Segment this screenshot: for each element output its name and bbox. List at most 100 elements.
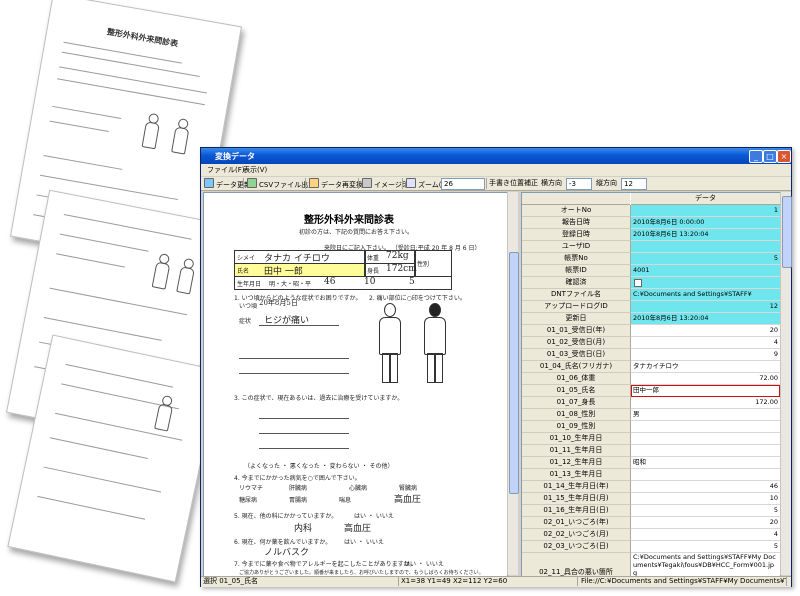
field-value-cell[interactable]: 昭和	[631, 457, 780, 469]
field-value-cell[interactable]	[631, 433, 780, 445]
body-diagram-front	[374, 303, 404, 383]
field-label: 帳票No	[522, 253, 631, 265]
field-value-cell[interactable]: C:¥Documents and Settings¥STAFF¥	[631, 289, 780, 301]
field-value-cell[interactable]: 4	[631, 529, 780, 541]
scrollbar-thumb[interactable]	[782, 196, 792, 268]
minimize-button[interactable]: _	[749, 150, 763, 163]
field-value-cell[interactable]	[631, 469, 780, 481]
grid-row[interactable]: 01_03_受信日(日) 9	[522, 349, 780, 361]
horizontal-offset-input[interactable]: -3	[566, 178, 592, 190]
grid-row[interactable]: オートNo 1	[522, 205, 780, 217]
field-value-cell[interactable]: 2010年8月6日 0:00:00	[631, 217, 780, 229]
menu-file[interactable]: ファイル(F)	[207, 165, 245, 175]
grid-row[interactable]: 報告日時 2010年8月6日 0:00:00	[522, 217, 780, 229]
field-label: 01_15_生年月日(月)	[522, 493, 631, 505]
position-correction-label: 手書き位置補正	[489, 179, 538, 187]
close-button[interactable]: ×	[777, 150, 791, 163]
grid-row[interactable]: 01_15_生年月日(月) 10	[522, 493, 780, 505]
field-value-cell[interactable]: 4	[631, 337, 780, 349]
field-value-cell[interactable]: 2010年8月6日 13:20:04	[631, 229, 780, 241]
scrollbar-thumb[interactable]	[509, 252, 519, 494]
grid-row[interactable]: 更新日 2010年8月6日 13:20:04	[522, 313, 780, 325]
grid-row[interactable]: 01_14_生年月日(年) 46	[522, 481, 780, 493]
body-diagram-front	[151, 394, 176, 432]
grid-row[interactable]: 02_11_具合の悪い箇所 C:¥Documents and Settings¥S…	[522, 553, 780, 576]
grid-row[interactable]: 01_09_性別	[522, 421, 780, 433]
field-value-cell[interactable]: 72.00	[631, 373, 780, 385]
image-scrollbar[interactable]	[507, 192, 519, 575]
field-value-cell[interactable]: タナカイチロウ	[631, 361, 780, 373]
field-value-cell[interactable]: 12	[631, 301, 780, 313]
grid-row[interactable]: 01_11_生年月日	[522, 445, 780, 457]
disease-asthma: 喘息	[339, 497, 352, 504]
grid-row[interactable]: 01_05_氏名 田中一郎	[522, 385, 780, 397]
field-label: 確認済	[522, 277, 631, 289]
form-image-pane[interactable]: 整形外科外来問診表 初診の方は、下記の質問にお答え下さい。 来院日にご記入下さい…	[203, 192, 508, 577]
birth-day: 5	[409, 277, 415, 287]
reconvert-button[interactable]: データ再変換	[309, 178, 363, 189]
field-value-cell[interactable]	[631, 421, 780, 433]
field-value: 男	[633, 410, 640, 418]
grid-row[interactable]: ユーザID	[522, 241, 780, 253]
field-value-cell[interactable]: 20	[631, 325, 780, 337]
field-value: 172.00	[755, 398, 778, 406]
grid-row[interactable]: 02_02_いつごろ(月) 4	[522, 529, 780, 541]
maximize-button[interactable]: □	[763, 150, 777, 163]
grid-row[interactable]: DNTファイル名 C:¥Documents and Settings¥STAFF¥	[522, 289, 780, 301]
grid-row[interactable]: 帳票ID 4001	[522, 265, 780, 277]
grid-row[interactable]: 01_01_受信日(年) 20	[522, 325, 780, 337]
field-value-cell[interactable]: 4001	[631, 265, 780, 277]
q6-answer: はい ・ いいえ	[344, 539, 384, 546]
grid-row[interactable]: 02_03_いつごろ(日) 5	[522, 541, 780, 553]
field-value-cell[interactable]: 172.00	[631, 397, 780, 409]
menu-bar: ファイル(F) 表示(V)	[201, 164, 791, 176]
grid-row[interactable]: 01_16_生年月日(日) 5	[522, 505, 780, 517]
field-value-cell[interactable]: 1	[631, 205, 780, 217]
field-value-cell[interactable]: 10	[631, 493, 780, 505]
field-label: 報告日時	[522, 217, 631, 229]
vertical-offset-input[interactable]: 12	[621, 178, 647, 190]
field-value-cell[interactable]	[631, 445, 780, 457]
field-label: 02_11_具合の悪い箇所	[522, 553, 631, 576]
grid-row[interactable]: 01_06_体重 72.00	[522, 373, 780, 385]
field-value: 20	[769, 326, 778, 334]
grid-row[interactable]: 02_01_いつごろ(年) 20	[522, 517, 780, 529]
disease-stomach: 胃腸病	[289, 497, 308, 504]
grid-row[interactable]: 確認済	[522, 277, 780, 289]
grid-row[interactable]: 帳票No 5	[522, 253, 780, 265]
grid-row[interactable]: アップロードログID 12	[522, 301, 780, 313]
status-coords: X1=38 Y1=49 X2=112 Y2=60	[399, 577, 578, 586]
field-label: アップロードログID	[522, 301, 631, 313]
grid-scrollbar[interactable]	[780, 192, 792, 575]
height-label: 身長	[367, 268, 380, 275]
field-value-cell[interactable]: 5	[631, 505, 780, 517]
field-value-cell[interactable]: 5	[631, 541, 780, 553]
grid-row[interactable]: 01_10_生年月日	[522, 433, 780, 445]
field-value-cell[interactable]: 田中一郎	[631, 385, 780, 397]
grid-row[interactable]: 登録日時 2010年8月6日 13:20:04	[522, 229, 780, 241]
menu-view[interactable]: 表示(V)	[243, 165, 267, 175]
confirmed-checkbox[interactable]	[634, 279, 642, 287]
disease-heart: 心臓病	[349, 485, 368, 492]
field-value-cell[interactable]: 20	[631, 517, 780, 529]
title-bar[interactable]: 変換データ _ □ ×	[201, 148, 791, 164]
grid-row[interactable]: 01_12_生年月日 昭和	[522, 457, 780, 469]
grid-row[interactable]: 01_02_受信日(月) 4	[522, 337, 780, 349]
grid-row[interactable]: 01_13_生年月日	[522, 469, 780, 481]
field-value-cell[interactable]: 2010年8月6日 13:20:04	[631, 313, 780, 325]
q5-dept: 内科	[294, 524, 313, 534]
furigana-label: シメイ	[237, 255, 256, 262]
field-value-cell[interactable]	[631, 277, 780, 289]
field-value-cell[interactable]: 9	[631, 349, 780, 361]
field-value-cell[interactable]: C:¥Documents and Settings¥STAFF¥My Docum…	[631, 553, 780, 576]
grid-row[interactable]: 01_08_性別男	[522, 409, 780, 421]
zoom-select[interactable]: 26	[441, 178, 485, 190]
grid-row[interactable]: 01_04_氏名(フリガナ) タナカイチロウ	[522, 361, 780, 373]
field-value-cell[interactable]	[631, 241, 780, 253]
field-value: C:¥Documents and Settings¥STAFF¥	[633, 290, 752, 298]
field-value-cell[interactable]: 男	[631, 409, 780, 421]
field-value-cell[interactable]: 5	[631, 253, 780, 265]
field-value-cell[interactable]: 46	[631, 481, 780, 493]
field-value: 2010年8月6日 0:00:00	[633, 218, 705, 226]
grid-row[interactable]: 01_07_身長 172.00	[522, 397, 780, 409]
